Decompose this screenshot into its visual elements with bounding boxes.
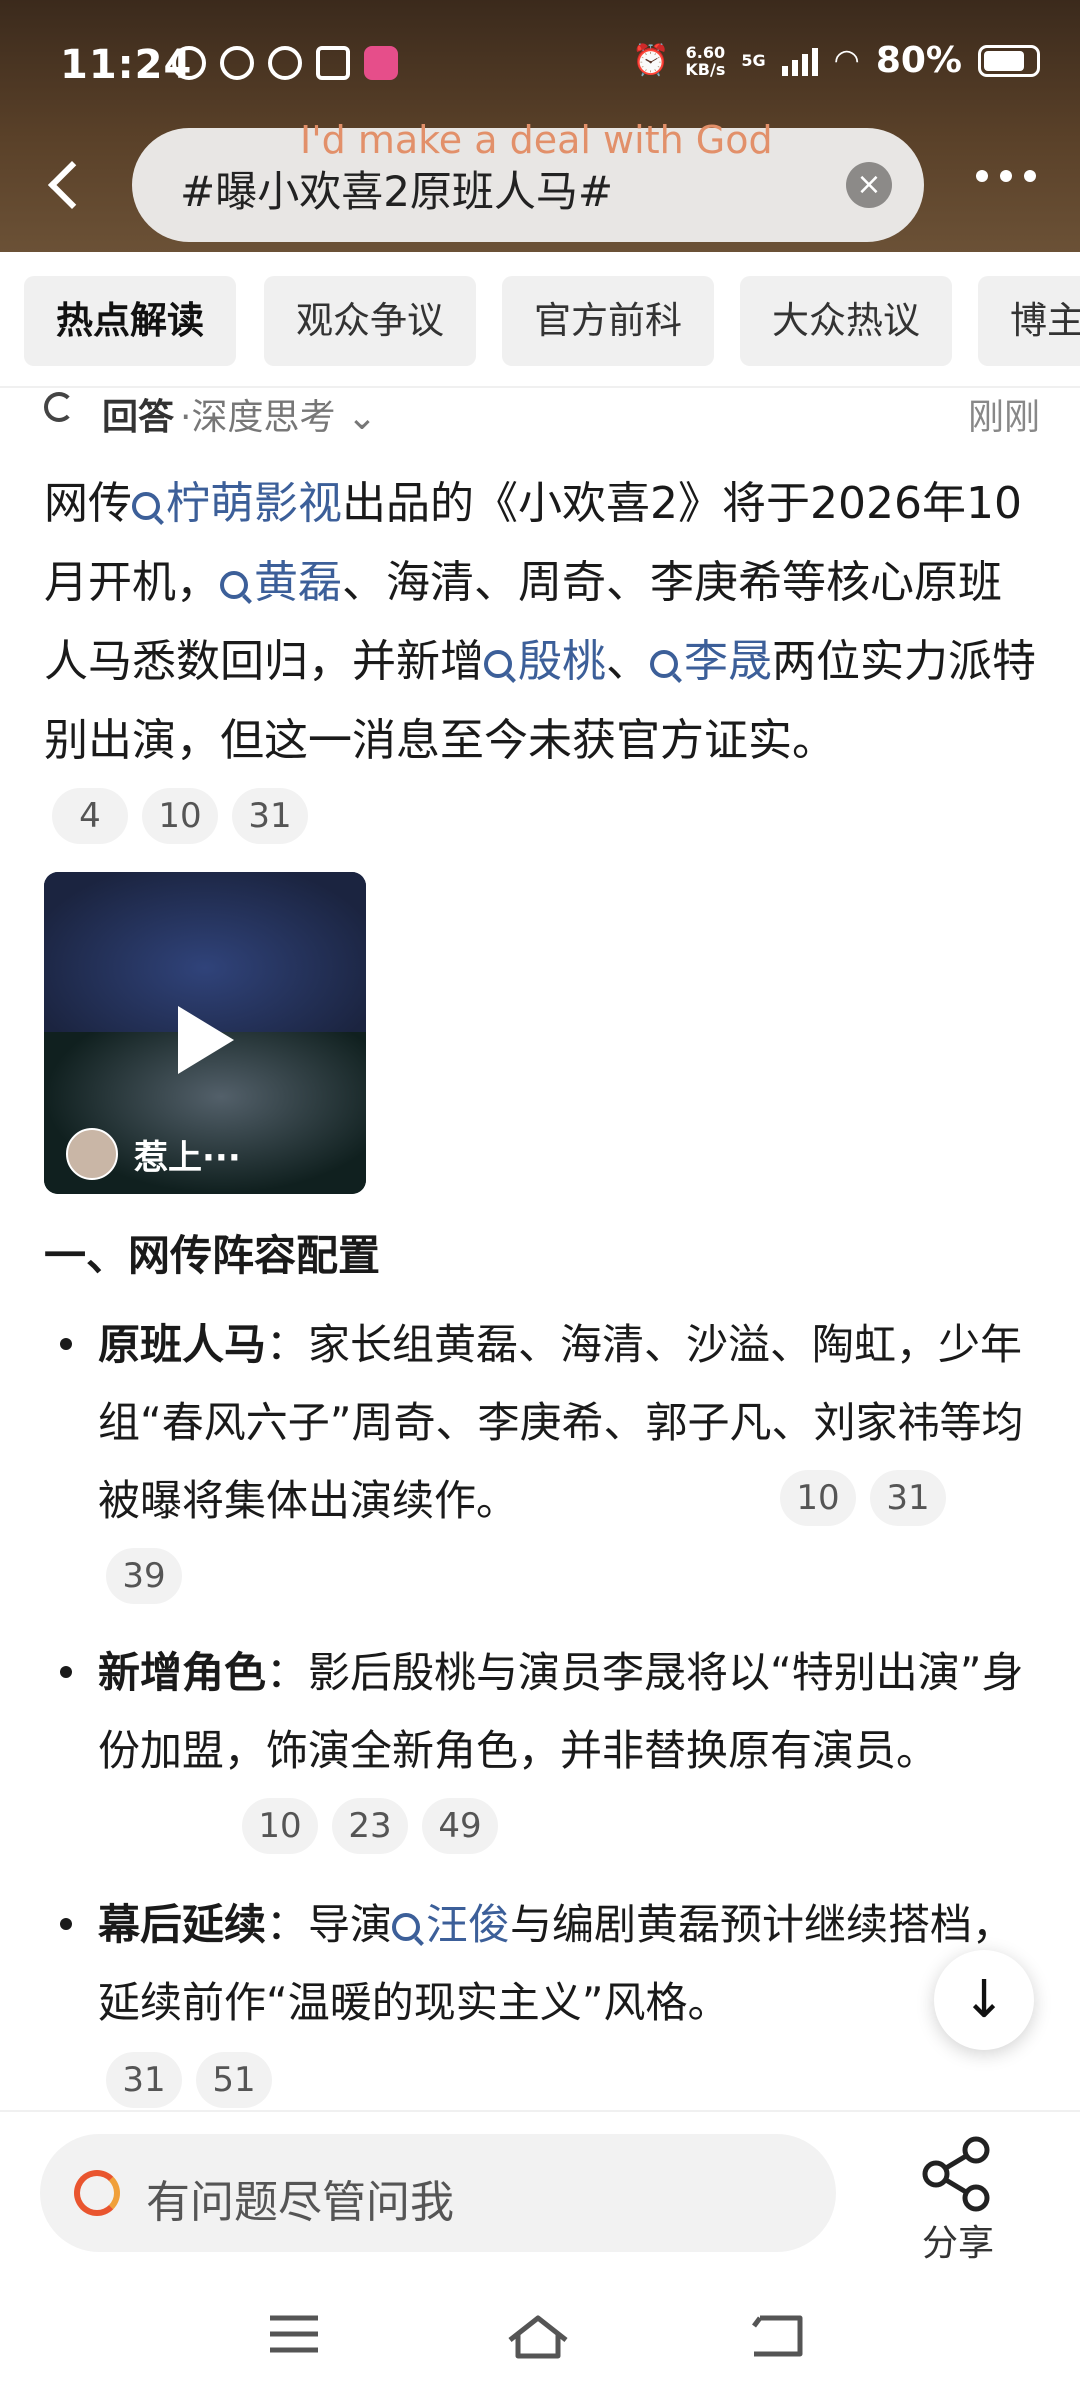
wifi-icon: ◠ — [833, 43, 860, 78]
app-notification-icon — [172, 46, 206, 80]
search-query[interactable]: #曝小欢喜2原班人马# — [180, 158, 613, 219]
citation-ref[interactable]: 4 — [52, 788, 128, 844]
ask-placeholder: 有问题尽管问我 — [146, 2177, 454, 2228]
send-icon — [316, 46, 350, 80]
clear-search-button[interactable]: × — [846, 162, 892, 208]
search-link-icon — [220, 571, 248, 599]
link-huanglei[interactable]: 黄磊 — [220, 557, 342, 608]
citation-refs: 10 31 — [780, 1470, 946, 1526]
section-title: 一、网传阵容配置 — [44, 1231, 381, 1280]
citation-ref[interactable]: 10 — [142, 788, 218, 844]
menu-icon — [270, 2315, 318, 2353]
weibo-icon — [220, 46, 254, 80]
back-icon — [752, 2315, 803, 2357]
citation-ref[interactable]: 31 — [106, 2052, 182, 2108]
menu-button[interactable] — [266, 2312, 336, 2362]
share-label: 分享 — [921, 2223, 994, 2264]
app-header: 11:24 ⏰ 6.60 KB/s 5G ◠ 80% #曝小欢喜2原班人马# ×… — [0, 0, 1080, 252]
citation-ref[interactable]: 51 — [196, 2052, 272, 2108]
chip-hot-interpretation[interactable]: 热点解读 — [24, 276, 236, 366]
share-button[interactable]: 分享 — [898, 2134, 1018, 2264]
search-box[interactable]: #曝小欢喜2原班人马# × — [132, 128, 924, 242]
home-icon — [508, 2315, 568, 2359]
status-bar: 11:24 ⏰ 6.60 KB/s 5G ◠ 80% — [0, 0, 1080, 130]
status-right: ⏰ 6.60 KB/s 5G ◠ 80% — [632, 40, 1040, 81]
citation-ref[interactable]: 49 — [422, 1798, 498, 1854]
answer-label: 回答 — [102, 397, 175, 438]
link-yintao[interactable]: 殷桃 — [484, 636, 606, 687]
bottom-bar: 有问题尽管问我 分享 — [0, 2110, 1080, 2272]
arrow-down-icon: ↓ — [962, 1970, 1006, 2030]
answer-paragraph: 网传 柠萌影视出品的《小欢喜2》将于2026年10月开机， 黄磊、海清、周奇、李庚希… — [44, 478, 1036, 766]
bullet-item: 幕后延续：导演 汪俊与编剧黄磊预计继续搭档，延续前作“温暖的现实主义”风格。 — [60, 1886, 1028, 2042]
citation-ref[interactable]: 39 — [106, 1548, 182, 1604]
citation-refs: 39 — [106, 1548, 182, 1604]
search-link-icon — [392, 1913, 421, 1941]
search-link-icon — [484, 650, 512, 678]
network-type: 5G — [741, 50, 766, 70]
link-wangjun[interactable]: 汪俊 — [392, 1900, 510, 1949]
system-nav-bar — [0, 2270, 1080, 2400]
link-ningmeng[interactable]: 柠萌影视 — [132, 478, 342, 529]
filter-chip-bar: 热点解读 观众争议 官方前科 大众热议 博主 — [0, 252, 1080, 388]
net-speed: 6.60 KB/s — [685, 42, 726, 79]
video-card[interactable]: 惹上··· — [44, 872, 366, 1194]
thinking-icon — [44, 392, 74, 422]
chip-blogger[interactable]: 博主 — [978, 276, 1080, 366]
search-link-icon — [132, 492, 160, 520]
ai-search-icon — [74, 2170, 120, 2216]
avatar — [66, 1128, 118, 1180]
scroll-down-button[interactable]: ↓ — [934, 1950, 1034, 2050]
chip-public-discussion[interactable]: 大众热议 — [740, 276, 952, 366]
back-nav-button[interactable] — [750, 2312, 820, 2362]
play-icon[interactable] — [178, 1006, 234, 1074]
link-lisheng[interactable]: 李晟 — [650, 636, 772, 687]
battery-percent: 80% — [875, 40, 962, 81]
citation-ref[interactable]: 31 — [870, 1470, 946, 1526]
chevron-down-icon: ⌄ — [346, 397, 378, 438]
more-options-button[interactable] — [976, 170, 1036, 182]
chip-audience-dispute[interactable]: 观众争议 — [264, 276, 476, 366]
battery-icon — [978, 44, 1040, 77]
answer-meta: 回答 ·深度思考 ⌄ 刚刚 — [44, 386, 1040, 438]
citation-ref[interactable]: 23 — [332, 1798, 408, 1854]
home-button[interactable] — [506, 2312, 576, 2362]
citation-refs: 4 10 31 — [52, 788, 308, 844]
answer-time: 刚刚 — [967, 397, 1040, 438]
alarm-icon: ⏰ — [632, 43, 670, 78]
search-link-icon — [650, 650, 678, 678]
citation-ref[interactable]: 10 — [242, 1798, 318, 1854]
notification-icons — [172, 46, 398, 80]
video-title: 惹上··· — [134, 1138, 241, 1178]
citation-ref[interactable]: 10 — [780, 1470, 856, 1526]
bullet-item: 新增角色：影后殷桃与演员李晟将以“特别出演”身份加盟，饰演全新角色，并非替换原有… — [60, 1634, 1028, 1790]
chip-official-record[interactable]: 官方前科 — [502, 276, 714, 366]
back-button[interactable] — [40, 150, 97, 220]
chevron-left-icon — [47, 160, 97, 210]
share-icon — [922, 2136, 990, 2212]
citation-ref[interactable]: 31 — [232, 788, 308, 844]
deep-think-toggle[interactable]: ·深度思考 ⌄ — [180, 388, 377, 440]
app-notification-icon — [268, 46, 302, 80]
signal-icon — [781, 46, 818, 76]
citation-refs: 10 23 49 — [242, 1798, 498, 1854]
citation-refs: 31 51 — [106, 2052, 272, 2108]
ask-input[interactable]: 有问题尽管问我 — [40, 2134, 836, 2252]
app-badge-icon — [364, 46, 398, 80]
